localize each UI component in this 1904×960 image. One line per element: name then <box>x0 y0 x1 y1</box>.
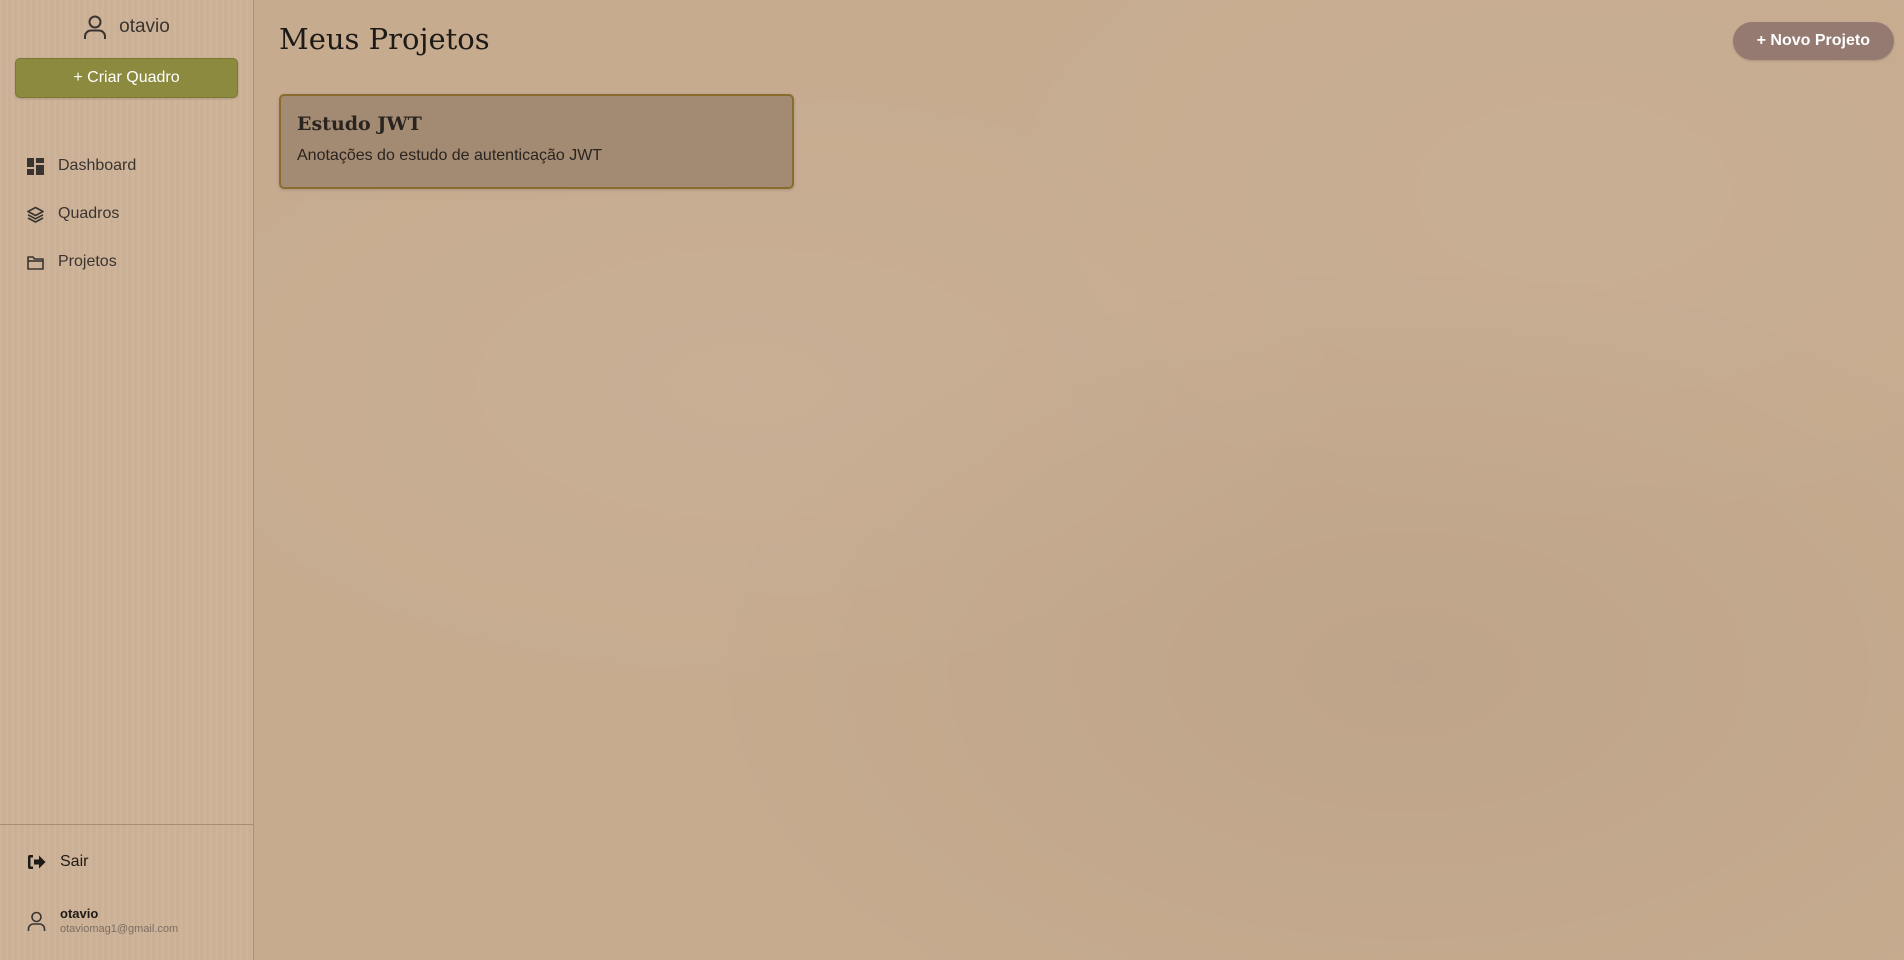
user-icon <box>27 911 46 932</box>
dashboard-icon <box>27 157 44 175</box>
sidebar-item-label: Dashboard <box>58 157 137 174</box>
project-title: Estudo JWT <box>297 113 422 135</box>
sidebar-item-quadros[interactable]: Quadros <box>0 190 253 238</box>
create-board-button[interactable]: + Criar Quadro <box>15 58 238 98</box>
folder-icon <box>27 255 44 270</box>
sidebar: otavio + Criar Quadro Dashboard Quadros … <box>0 0 254 960</box>
sidebar-user-header: otavio <box>0 12 253 42</box>
footer-username: otavio <box>60 906 99 921</box>
sidebar-item-label: Quadros <box>58 205 120 222</box>
logout-label: Sair <box>60 853 89 870</box>
sidebar-item-dashboard[interactable]: Dashboard <box>0 142 253 190</box>
sidebar-nav: Dashboard Quadros Projetos <box>0 142 253 286</box>
main-content: Meus Projetos + Novo Projeto Estudo JWT … <box>254 0 1904 960</box>
footer-user-info: otavio otaviomag1@gmail.com <box>60 905 178 937</box>
project-description: Anotações do estudo de autenticação JWT <box>297 147 603 164</box>
new-project-button[interactable]: + Novo Projeto <box>1732 22 1894 60</box>
layers-icon <box>27 206 44 223</box>
footer-email: otaviomag1@gmail.com <box>60 923 179 935</box>
logout-icon <box>27 854 46 870</box>
sidebar-divider <box>0 824 253 825</box>
page-title: Meus Projetos <box>279 22 490 56</box>
user-icon <box>83 14 107 40</box>
sidebar-user-footer: otavio otaviomag1@gmail.com <box>0 905 253 937</box>
sidebar-item-label: Projetos <box>58 253 117 270</box>
project-card[interactable]: Estudo JWT Anotações do estudo de autent… <box>279 94 794 189</box>
logout-button[interactable]: Sair <box>0 848 253 876</box>
sidebar-item-projetos[interactable]: Projetos <box>0 238 253 286</box>
sidebar-username: otavio <box>119 16 170 37</box>
app-root: otavio + Criar Quadro Dashboard Quadros … <box>0 0 1904 960</box>
